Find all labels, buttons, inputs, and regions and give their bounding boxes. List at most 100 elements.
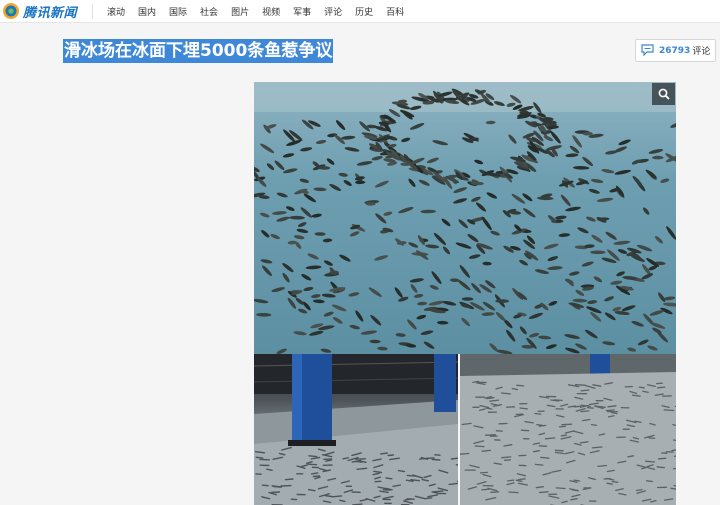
fish-shape bbox=[613, 146, 628, 153]
nav-item-international[interactable]: 国际 bbox=[169, 5, 187, 18]
fish-shape bbox=[517, 478, 526, 481]
fish-shape bbox=[296, 228, 309, 234]
fish-shape bbox=[409, 278, 424, 283]
fish-shape bbox=[428, 300, 445, 306]
fish-shape bbox=[307, 463, 318, 466]
fish-shape bbox=[431, 458, 441, 461]
fish-shape bbox=[283, 168, 298, 174]
rink-pillar-photo[interactable] bbox=[254, 354, 458, 505]
fish-shape bbox=[558, 233, 571, 237]
fish-shape bbox=[295, 298, 304, 305]
fish-shape bbox=[610, 280, 623, 285]
fish-shape bbox=[297, 308, 308, 314]
fish-shape bbox=[591, 234, 603, 243]
fish-shape bbox=[666, 226, 676, 240]
fish-shape bbox=[348, 292, 360, 297]
fish-shape bbox=[479, 471, 488, 474]
fish-shape bbox=[529, 332, 540, 338]
nav-item-scroll[interactable]: 滚动 bbox=[107, 5, 125, 18]
zoom-button[interactable] bbox=[652, 83, 675, 105]
fish-shape bbox=[311, 294, 321, 299]
article-title: 滑冰场在冰面下埋5000条鱼惹争议 bbox=[63, 39, 334, 63]
fish-shape bbox=[534, 412, 542, 415]
fish-shape bbox=[605, 409, 615, 412]
nav-item-history[interactable]: 历史 bbox=[355, 5, 373, 18]
fish-shape bbox=[255, 456, 264, 459]
fish-shape bbox=[652, 155, 664, 160]
nav-item-commentary[interactable]: 评论 bbox=[324, 5, 342, 18]
fish-shape bbox=[459, 265, 470, 278]
fish-shape bbox=[671, 449, 676, 452]
nav-item-military[interactable]: 军事 bbox=[293, 5, 311, 18]
fish-shape bbox=[461, 317, 471, 327]
fish-shape bbox=[587, 300, 598, 305]
fish-shape bbox=[538, 424, 547, 427]
fish-shape bbox=[324, 494, 333, 498]
site-logo[interactable]: 腾讯新闻 bbox=[2, 2, 77, 21]
fish-shape bbox=[453, 187, 468, 193]
fish-shape bbox=[285, 206, 295, 211]
fish-shape bbox=[282, 263, 294, 273]
fish-under-ice-photo[interactable] bbox=[254, 82, 676, 354]
fish-shape bbox=[312, 475, 321, 478]
fish-shape bbox=[565, 153, 579, 158]
fish-shape bbox=[437, 320, 449, 325]
fish-shape bbox=[617, 249, 628, 254]
fish-shape bbox=[601, 168, 615, 174]
fish-shape bbox=[580, 389, 590, 392]
rink-overview-photo[interactable] bbox=[460, 354, 676, 505]
fish-shape bbox=[582, 156, 594, 167]
fish-shape bbox=[590, 178, 604, 184]
fish-shape bbox=[254, 298, 269, 304]
fish-shape bbox=[311, 213, 322, 218]
fish-shape bbox=[320, 348, 332, 353]
fish-shape bbox=[528, 312, 543, 319]
fish-shape bbox=[489, 343, 499, 352]
fish-shape bbox=[545, 344, 557, 349]
fish-shape bbox=[276, 192, 288, 198]
channel-nav: 滚动 国内 国际 社会 图片 视频 军事 评论 历史 百科 bbox=[107, 0, 417, 23]
fish-shape bbox=[471, 283, 481, 294]
fish-shape bbox=[369, 339, 381, 344]
fish-shape bbox=[474, 159, 484, 165]
fish-shape bbox=[588, 188, 600, 194]
nav-item-pictures[interactable]: 图片 bbox=[231, 5, 249, 18]
fish-shape bbox=[635, 488, 643, 492]
fish-shape bbox=[645, 460, 656, 463]
fish-shape bbox=[401, 137, 411, 143]
fish-shape bbox=[307, 253, 319, 260]
fish-shape bbox=[303, 193, 316, 203]
fish-shape bbox=[543, 243, 559, 250]
fish-shape bbox=[442, 246, 451, 255]
fish-shape bbox=[581, 261, 594, 267]
comment-label: 评论 bbox=[692, 47, 711, 57]
fish-shape bbox=[613, 240, 631, 245]
nav-item-video[interactable]: 视频 bbox=[262, 5, 280, 18]
nav-item-society[interactable]: 社会 bbox=[200, 5, 218, 18]
fish-shape bbox=[611, 480, 619, 483]
fish-shape bbox=[341, 135, 356, 140]
fish-shape bbox=[604, 312, 616, 321]
fish-shape bbox=[339, 254, 351, 262]
fish-shape bbox=[377, 346, 388, 351]
fish-shape bbox=[312, 299, 325, 304]
fish-shape bbox=[379, 452, 389, 455]
top-nav-bar: 腾讯新闻 滚动 国内 国际 社会 图片 视频 军事 评论 历史 百科 bbox=[0, 0, 720, 23]
fish-shape bbox=[547, 256, 559, 262]
nav-item-encyclopedia[interactable]: 百科 bbox=[386, 5, 404, 18]
fish-shape bbox=[560, 194, 571, 207]
fish-shape bbox=[538, 335, 552, 340]
fish-shape bbox=[343, 179, 352, 187]
fish-shape bbox=[409, 123, 425, 130]
fish-shape bbox=[482, 261, 492, 266]
fish-shape bbox=[604, 296, 615, 302]
comments-button[interactable]: 26793 评论 bbox=[635, 39, 716, 62]
fish-shape bbox=[519, 259, 528, 266]
fish-shape bbox=[260, 259, 273, 264]
fish-shape bbox=[407, 319, 417, 330]
fish-shape bbox=[413, 293, 424, 298]
fish-shape bbox=[565, 347, 580, 354]
fish-shape bbox=[555, 487, 566, 490]
nav-item-domestic[interactable]: 国内 bbox=[138, 5, 156, 18]
fish-shape bbox=[308, 455, 318, 458]
